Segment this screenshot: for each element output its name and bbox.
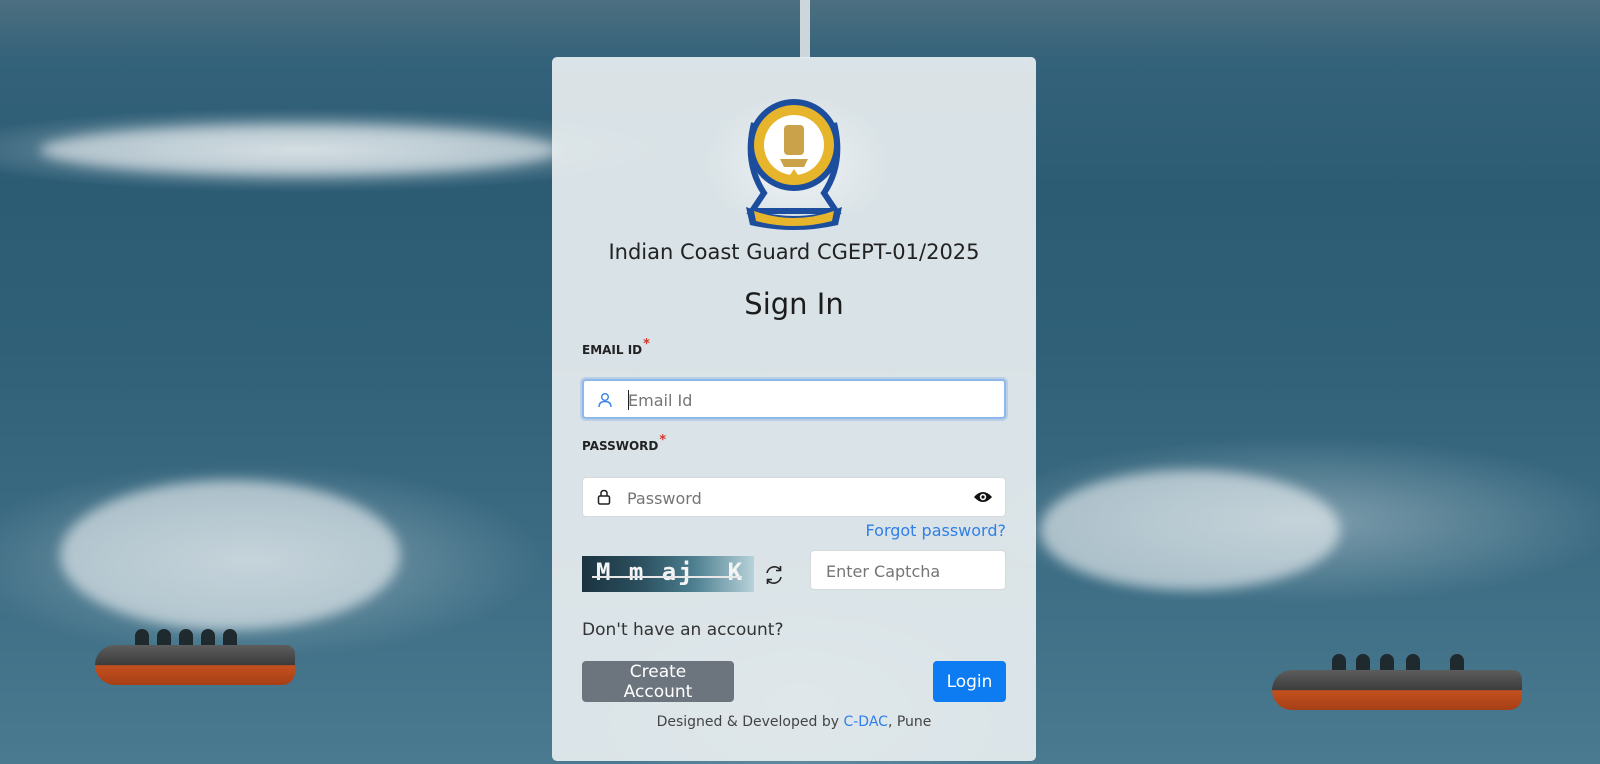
captcha-image: M m aj K bbox=[582, 556, 754, 592]
email-label-text: EMAIL ID bbox=[582, 343, 643, 357]
eye-icon[interactable] bbox=[973, 489, 993, 505]
create-account-button[interactable]: Create Account bbox=[582, 661, 734, 702]
password-label: PASSWORD* bbox=[582, 433, 666, 454]
password-field[interactable] bbox=[582, 477, 1006, 518]
login-button[interactable]: Login bbox=[933, 661, 1006, 702]
email-label: EMAIL ID* bbox=[582, 337, 650, 358]
captcha-text: M m aj K bbox=[596, 558, 745, 586]
footer-suffix: , Pune bbox=[887, 714, 932, 730]
email-field[interactable] bbox=[582, 379, 1006, 419]
captcha-input[interactable] bbox=[824, 551, 998, 591]
refresh-icon[interactable] bbox=[763, 564, 785, 586]
required-mark: * bbox=[659, 433, 667, 448]
no-account-prompt: Don't have an account? bbox=[582, 620, 784, 640]
user-icon bbox=[598, 393, 612, 408]
ship-mast bbox=[800, 0, 810, 58]
login-card: Indian Coast Guard CGEPT-01/2025 Sign In… bbox=[552, 57, 1036, 761]
password-input[interactable] bbox=[625, 478, 969, 518]
patrol-boat-left bbox=[95, 615, 295, 685]
captcha-strike-line bbox=[592, 576, 742, 578]
captcha-field[interactable] bbox=[810, 550, 1006, 591]
password-label-text: PASSWORD bbox=[582, 439, 659, 453]
email-input[interactable] bbox=[626, 381, 970, 419]
required-mark: * bbox=[643, 337, 650, 352]
footer-prefix: Designed & Developed by bbox=[656, 714, 844, 730]
lock-icon bbox=[597, 489, 611, 505]
footer-credit: Designed & Developed by C-DAC, Pune bbox=[552, 714, 1036, 730]
boat-wake bbox=[40, 125, 560, 175]
developer-link[interactable]: C-DAC bbox=[843, 714, 887, 730]
forgot-password-link[interactable]: Forgot password? bbox=[866, 521, 1006, 540]
boat-wake bbox=[60, 480, 400, 630]
organization-title: Indian Coast Guard CGEPT-01/2025 bbox=[608, 240, 980, 264]
patrol-boat-right bbox=[1272, 640, 1522, 710]
coast-guard-emblem-icon bbox=[746, 99, 842, 230]
boat-wake bbox=[1040, 470, 1340, 590]
page-title: Sign In bbox=[744, 287, 844, 321]
